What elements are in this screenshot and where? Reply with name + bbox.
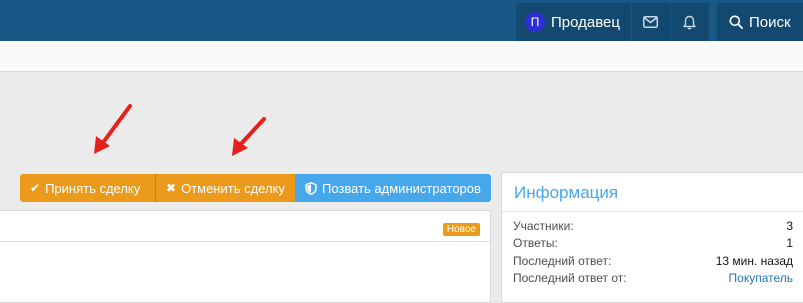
cancel-deal-label: Отменить сделку	[181, 180, 285, 196]
search-icon	[729, 15, 743, 29]
user-menu[interactable]: П Продавец	[516, 3, 631, 41]
annotation-arrow-icon	[94, 104, 132, 154]
info-rows: Участники: 3 Ответы: 1 Последний ответ: …	[513, 217, 793, 287]
search-label: Поиск	[749, 13, 791, 31]
info-title: Информация	[514, 183, 619, 202]
cancel-deal-button[interactable]: ✖ Отменить сделку	[155, 174, 295, 202]
avatar: П	[525, 12, 545, 32]
info-block: Информация Участники: 3 Ответы: 1 Послед…	[501, 172, 803, 303]
accept-deal-button[interactable]: ✔ Принять сделку	[20, 174, 155, 202]
info-label: Последний ответ от:	[513, 271, 627, 286]
check-icon: ✔	[30, 181, 41, 195]
inbox-button[interactable]	[630, 3, 670, 41]
info-label: Последний ответ:	[513, 253, 612, 268]
user-nav-group: П Продавец	[516, 3, 709, 41]
new-badge: Новое	[442, 223, 480, 236]
shield-icon	[305, 181, 317, 195]
info-row-participants: Участники: 3	[513, 217, 793, 235]
info-row-last-reply: Последний ответ: 13 мин. назад	[513, 252, 793, 270]
info-label: Ответы:	[513, 236, 558, 251]
last-reply-user-link[interactable]: Покупатель	[729, 271, 793, 285]
info-label: Участники:	[513, 218, 574, 233]
info-row-last-reply-by: Последний ответ от: Покупатель	[513, 270, 793, 288]
search-button[interactable]: Поиск	[717, 3, 791, 41]
call-admins-label: Позвать администраторов	[322, 180, 481, 196]
annotation-arrow-icon	[232, 117, 266, 156]
sub-navbar	[0, 41, 803, 72]
info-value: 1	[786, 236, 793, 251]
divider	[502, 211, 803, 212]
info-value: 13 мин. назад	[715, 253, 793, 268]
mail-icon	[643, 16, 659, 28]
user-name: Продавец	[551, 13, 620, 31]
bell-icon	[683, 15, 697, 29]
close-icon: ✖	[166, 181, 177, 195]
thread-content-block: Новое	[0, 210, 491, 303]
info-value: 3	[786, 218, 793, 233]
search-nav-group: Поиск	[717, 3, 803, 41]
thread-header: Новое	[0, 211, 490, 242]
call-admins-button[interactable]: Позвать администраторов	[295, 174, 491, 202]
info-row-replies: Ответы: 1	[513, 235, 793, 253]
accept-deal-label: Принять сделку	[45, 180, 141, 196]
thread-action-buttons: ✔ Принять сделку ✖ Отменить сделку Позва…	[20, 174, 491, 202]
alerts-button[interactable]	[669, 3, 709, 41]
top-navbar: П Продавец Поиск	[0, 0, 803, 41]
